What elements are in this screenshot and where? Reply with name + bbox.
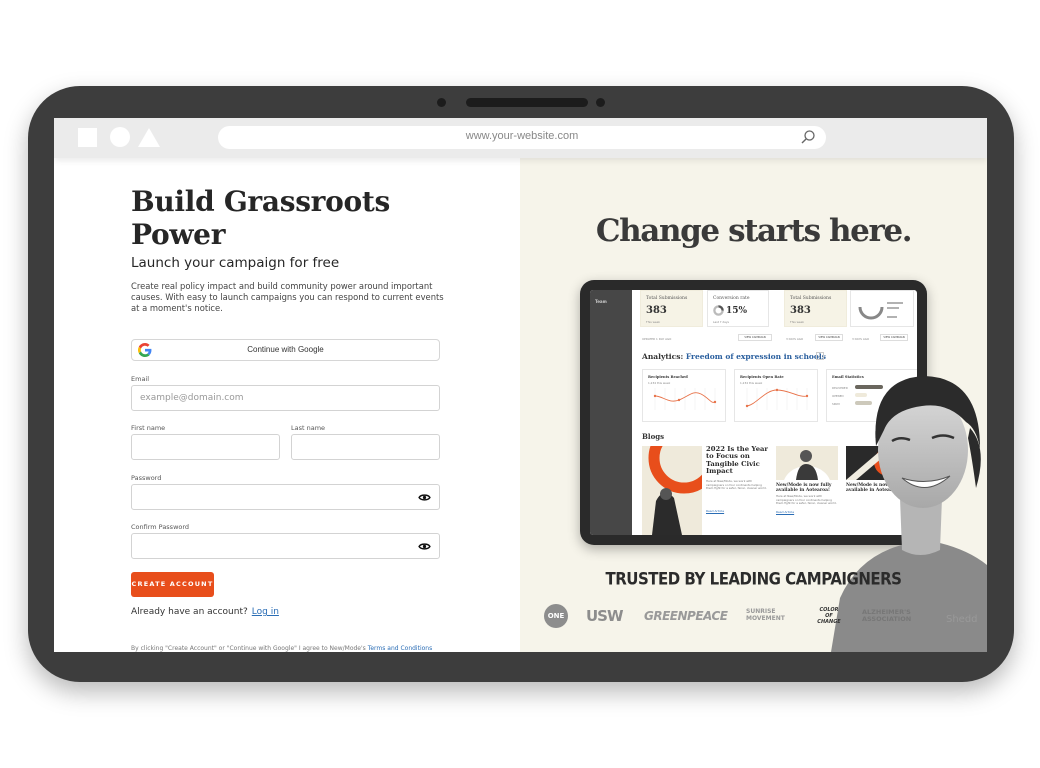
chart-sub: 1,234 this week — [648, 381, 671, 385]
square-icon — [78, 128, 97, 147]
terms-notice: By clicking "Create Account" or "Continu… — [131, 645, 432, 652]
last-name-field[interactable] — [291, 434, 440, 460]
chart-card: Recipients Reached 1,234 this week — [642, 369, 726, 422]
stat-card-value: 383 — [646, 305, 667, 316]
stat-card-title: Conversion rate — [713, 296, 750, 301]
stat-card: Total Submissions 383 This week — [784, 290, 847, 327]
stat-card-sub: Last 7 days — [713, 320, 729, 324]
logo-usw: USW — [586, 607, 624, 625]
email-label: Email — [131, 375, 150, 383]
email-field[interactable]: example@domain.com — [131, 385, 440, 411]
days-ago-text: 3 DAYS AGO — [786, 337, 804, 341]
chart-sub: 1,234 this week — [740, 381, 763, 385]
stat-card: Total Submissions 383 This week — [640, 290, 703, 327]
confirm-password-field[interactable] — [131, 533, 440, 559]
signup-panel: Build Grassroots Power Launch your campa… — [54, 158, 520, 652]
confirm-password-label: Confirm Password — [131, 523, 190, 531]
speaker-bar — [466, 98, 588, 107]
login-prompt: Already have an account? Log in — [131, 607, 279, 617]
analytics-prefix: Analytics: — [642, 352, 684, 361]
blogs-heading: Blogs — [642, 432, 665, 441]
dashboard-sidebar: Team — [590, 290, 632, 535]
promo-headline: Change starts here. — [595, 213, 913, 249]
circle-icon — [110, 127, 130, 147]
line-chart — [653, 388, 717, 410]
logo-color-of-change: COLOR OF CHANGE — [817, 607, 841, 625]
blog-title[interactable]: 2022 Is the Year to Focus on Tangible Ci… — [706, 445, 770, 476]
stat-card-sub: This week — [646, 320, 660, 324]
sidebar-team-label: Team — [595, 299, 607, 304]
blog-title[interactable]: New/Mode is now fully available in Aotea… — [776, 483, 838, 493]
browser-bar: www.your-website.com — [54, 118, 987, 158]
camera-dot — [437, 98, 446, 107]
page-description: Create real policy impact and build comm… — [131, 281, 444, 313]
screen: www.your-website.com Build Grassroots Po… — [54, 118, 987, 652]
search-icon[interactable] — [800, 129, 816, 145]
blog-image — [642, 446, 702, 535]
terms-link[interactable]: Terms and Conditions — [368, 645, 433, 652]
eye-icon[interactable] — [418, 493, 431, 502]
stat-card — [850, 290, 914, 327]
promo-panel: Change starts here. Team Total Submissio… — [520, 158, 987, 652]
terms-text: By clicking "Create Account" or "Continu… — [131, 645, 366, 652]
google-button-label: Continue with Google — [247, 345, 324, 354]
conversion-card: Conversion rate 15% Last 7 days — [707, 290, 769, 327]
triangle-icon — [138, 128, 160, 147]
view-campaign-button[interactable]: VIEW CAMPAIGN — [738, 334, 772, 341]
eye-icon[interactable] — [418, 542, 431, 551]
first-name-field[interactable] — [131, 434, 280, 460]
chart-title: Recipients Reached — [648, 375, 688, 379]
logo-shedd: Shedd — [946, 614, 978, 625]
stat-card-sub: This week — [790, 320, 804, 324]
stat-card-value: 383 — [790, 305, 811, 316]
donut-chart-icon — [713, 305, 724, 316]
logo-greenpeace: GREENPEACE — [644, 609, 728, 623]
blog-image — [776, 446, 838, 480]
device-frame: www.your-website.com Build Grassroots Po… — [28, 86, 1014, 682]
password-field[interactable] — [131, 484, 440, 510]
create-account-button[interactable]: CREATE ACCOUNT — [131, 572, 214, 597]
page-title: Build Grassroots Power — [131, 185, 390, 251]
url-text: www.your-website.com — [465, 130, 579, 142]
read-article-link[interactable]: Read Article — [776, 510, 794, 514]
camera-dot — [596, 98, 605, 107]
logo-one: ONE — [544, 604, 568, 628]
campaign-dropdown[interactable]: ⌄ — [816, 352, 824, 360]
continue-with-google-button[interactable]: Continue with Google — [131, 339, 440, 361]
blog-excerpt: Here at New/Mode, we work with campaigne… — [776, 494, 837, 506]
already-text: Already have an account? — [131, 607, 248, 617]
logo-sunrise: SUNRISE MOVEMENT — [746, 608, 785, 622]
address-bar[interactable]: www.your-website.com — [218, 126, 826, 149]
chart-title: Recipients Open Rate — [740, 375, 784, 379]
updated-text: UPDATED 1 DAY AGO — [642, 337, 672, 341]
analytics-campaign: Freedom of expression in schools — [685, 352, 826, 361]
logo-alzheimers: ALZHEIMER'S ASSOCIATION — [862, 608, 912, 623]
line-chart — [745, 388, 809, 410]
first-name-label: First name — [131, 424, 166, 432]
password-label: Password — [131, 474, 162, 482]
page-subtitle: Launch your campaign for free — [131, 255, 340, 271]
last-name-label: Last name — [291, 424, 326, 432]
trusted-heading: TRUSTED BY LEADING CAMPAIGNERS — [605, 569, 902, 589]
stat-card-value: 15% — [726, 306, 748, 316]
stat-card-title: Total Submissions — [646, 296, 688, 301]
analytics-heading: Analytics: Freedom of expression in scho… — [642, 352, 826, 361]
blog-excerpt: Here at New/Mode, we work with campaigne… — [706, 479, 767, 491]
read-article-link[interactable]: Read Article — [706, 509, 724, 513]
stat-card-title: Total Submissions — [790, 296, 832, 301]
partner-logos: ONE USW GREENPEACE SUNRISE MOVEMENT COLO… — [544, 604, 978, 632]
login-link[interactable]: Log in — [252, 607, 279, 617]
chart-card: Recipients Open Rate 1,234 this week — [734, 369, 818, 422]
gauge-icon — [858, 302, 903, 320]
